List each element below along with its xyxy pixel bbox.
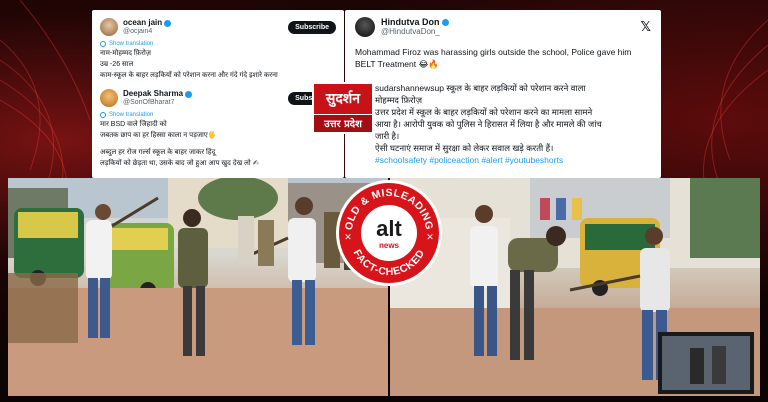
logo-bottom-text: उत्तर प्रदेश [314,114,372,132]
right-photo-scene [390,178,760,396]
author-handle[interactable]: @SonOfBharat7 [123,99,192,106]
badge-cross-icon-right: ✕ [426,233,434,243]
avatar[interactable] [100,89,118,107]
tweet-text: नाम-मोहम्मद फ़िरोज़ उम्र -26 साल काम-स्क… [100,48,336,81]
hashtags-link[interactable]: #schoolsafety #policeaction #alert #yout… [375,154,651,166]
tweet-line: काम-स्कूल के बाहर लड़कियों को परेशान करन… [100,72,278,79]
globe-icon [100,112,106,118]
show-translation-label: Show translation [109,41,154,47]
subscribe-button[interactable]: Subscribe [288,20,336,34]
show-translation-label: Show translation [109,112,154,118]
tweet-header: ocean jain @ocjain4 Subscribe [100,16,336,38]
caption-line: ऐसी घटनाएं समाज में सुरक्षा को लेकर सवाल… [375,143,554,153]
verified-icon [185,90,193,98]
alt-news-fact-check-badge: OLD & MISLEADING FACT-CHECKED alt news ✕… [336,180,442,286]
left-video-still [8,178,388,396]
tweet-line: अब्दुल हर रोज गर्ल्स स्कूल के बाहर जाकर … [100,149,216,156]
globe-icon [100,41,106,47]
badge-brand-news: news [379,241,400,250]
verified-icon [441,19,449,27]
author-name[interactable]: ocean jain [123,18,172,27]
tweet-header: Deepak Sharma @SonOfBharat7 Subscribe [100,87,336,109]
author-name[interactable]: Deepak Sharma [123,89,193,98]
left-tweet-card: ocean jain @ocjain4 Subscribe Show trans… [92,10,344,178]
tweet-text: Mohammad Firoz was harassing girls outsi… [355,47,632,69]
tweet-line: नाम-मोहम्मद फ़िरोज़ [100,50,151,57]
x-logo-icon: 𝕏 [640,19,651,35]
tweet-line: मार BSD वाले जिहादी को [100,121,167,128]
caption-line: जारी है। [375,131,400,141]
caption-line: उत्तर प्रदेश में स्कूल के बाहर लड़कियों … [375,107,593,117]
verified-icon [164,19,172,27]
tweet-line: उम्र -26 साल [100,61,134,68]
caption-line: मोहम्मद फ़िरोज़ [375,95,423,105]
show-translation-link[interactable]: Show translation [100,41,336,47]
avatar[interactable] [355,17,375,37]
badge-cross-icon-left: ✕ [344,233,352,243]
caption-line: आया है। आरोपी युवक को पुलिस ने हिरासत मे… [375,119,602,129]
badge-brand-alt: alt [376,216,402,241]
logo-top-text: सुदर्शन [325,91,361,107]
avatar[interactable] [100,18,118,36]
caption-text: sudarshannewsup स्कूल के बाहर लड़कियों क… [355,82,651,166]
author-handle[interactable]: @ocjain4 [123,28,171,35]
left-photo-scene [8,178,388,396]
sudarshan-logo: सुदर्शन उत्तर प्रदेश [312,82,374,134]
tweet-line: जबतक छाप का हर हिस्सा काला न पड़जाए🖐 [100,132,217,139]
right-tweet-card: Hindutva Don @HindutvaDon_ 𝕏 Mohammad Fi… [345,10,661,178]
tweet-line: लड़कियों को छेड़ता था, उसके बाद जो हुआ आ… [100,160,259,167]
tweet-header: Hindutva Don @HindutvaDon_ 𝕏 [355,16,651,38]
right-video-still [390,178,760,396]
tweet-text: मार BSD वाले जिहादी को जबतक छाप का हर हि… [100,119,336,169]
show-translation-link[interactable]: Show translation [100,112,336,118]
author-handle[interactable]: @HindutvaDon_ [381,27,449,36]
caption-line: sudarshannewsup स्कूल के बाहर लड़कियों क… [375,83,586,93]
